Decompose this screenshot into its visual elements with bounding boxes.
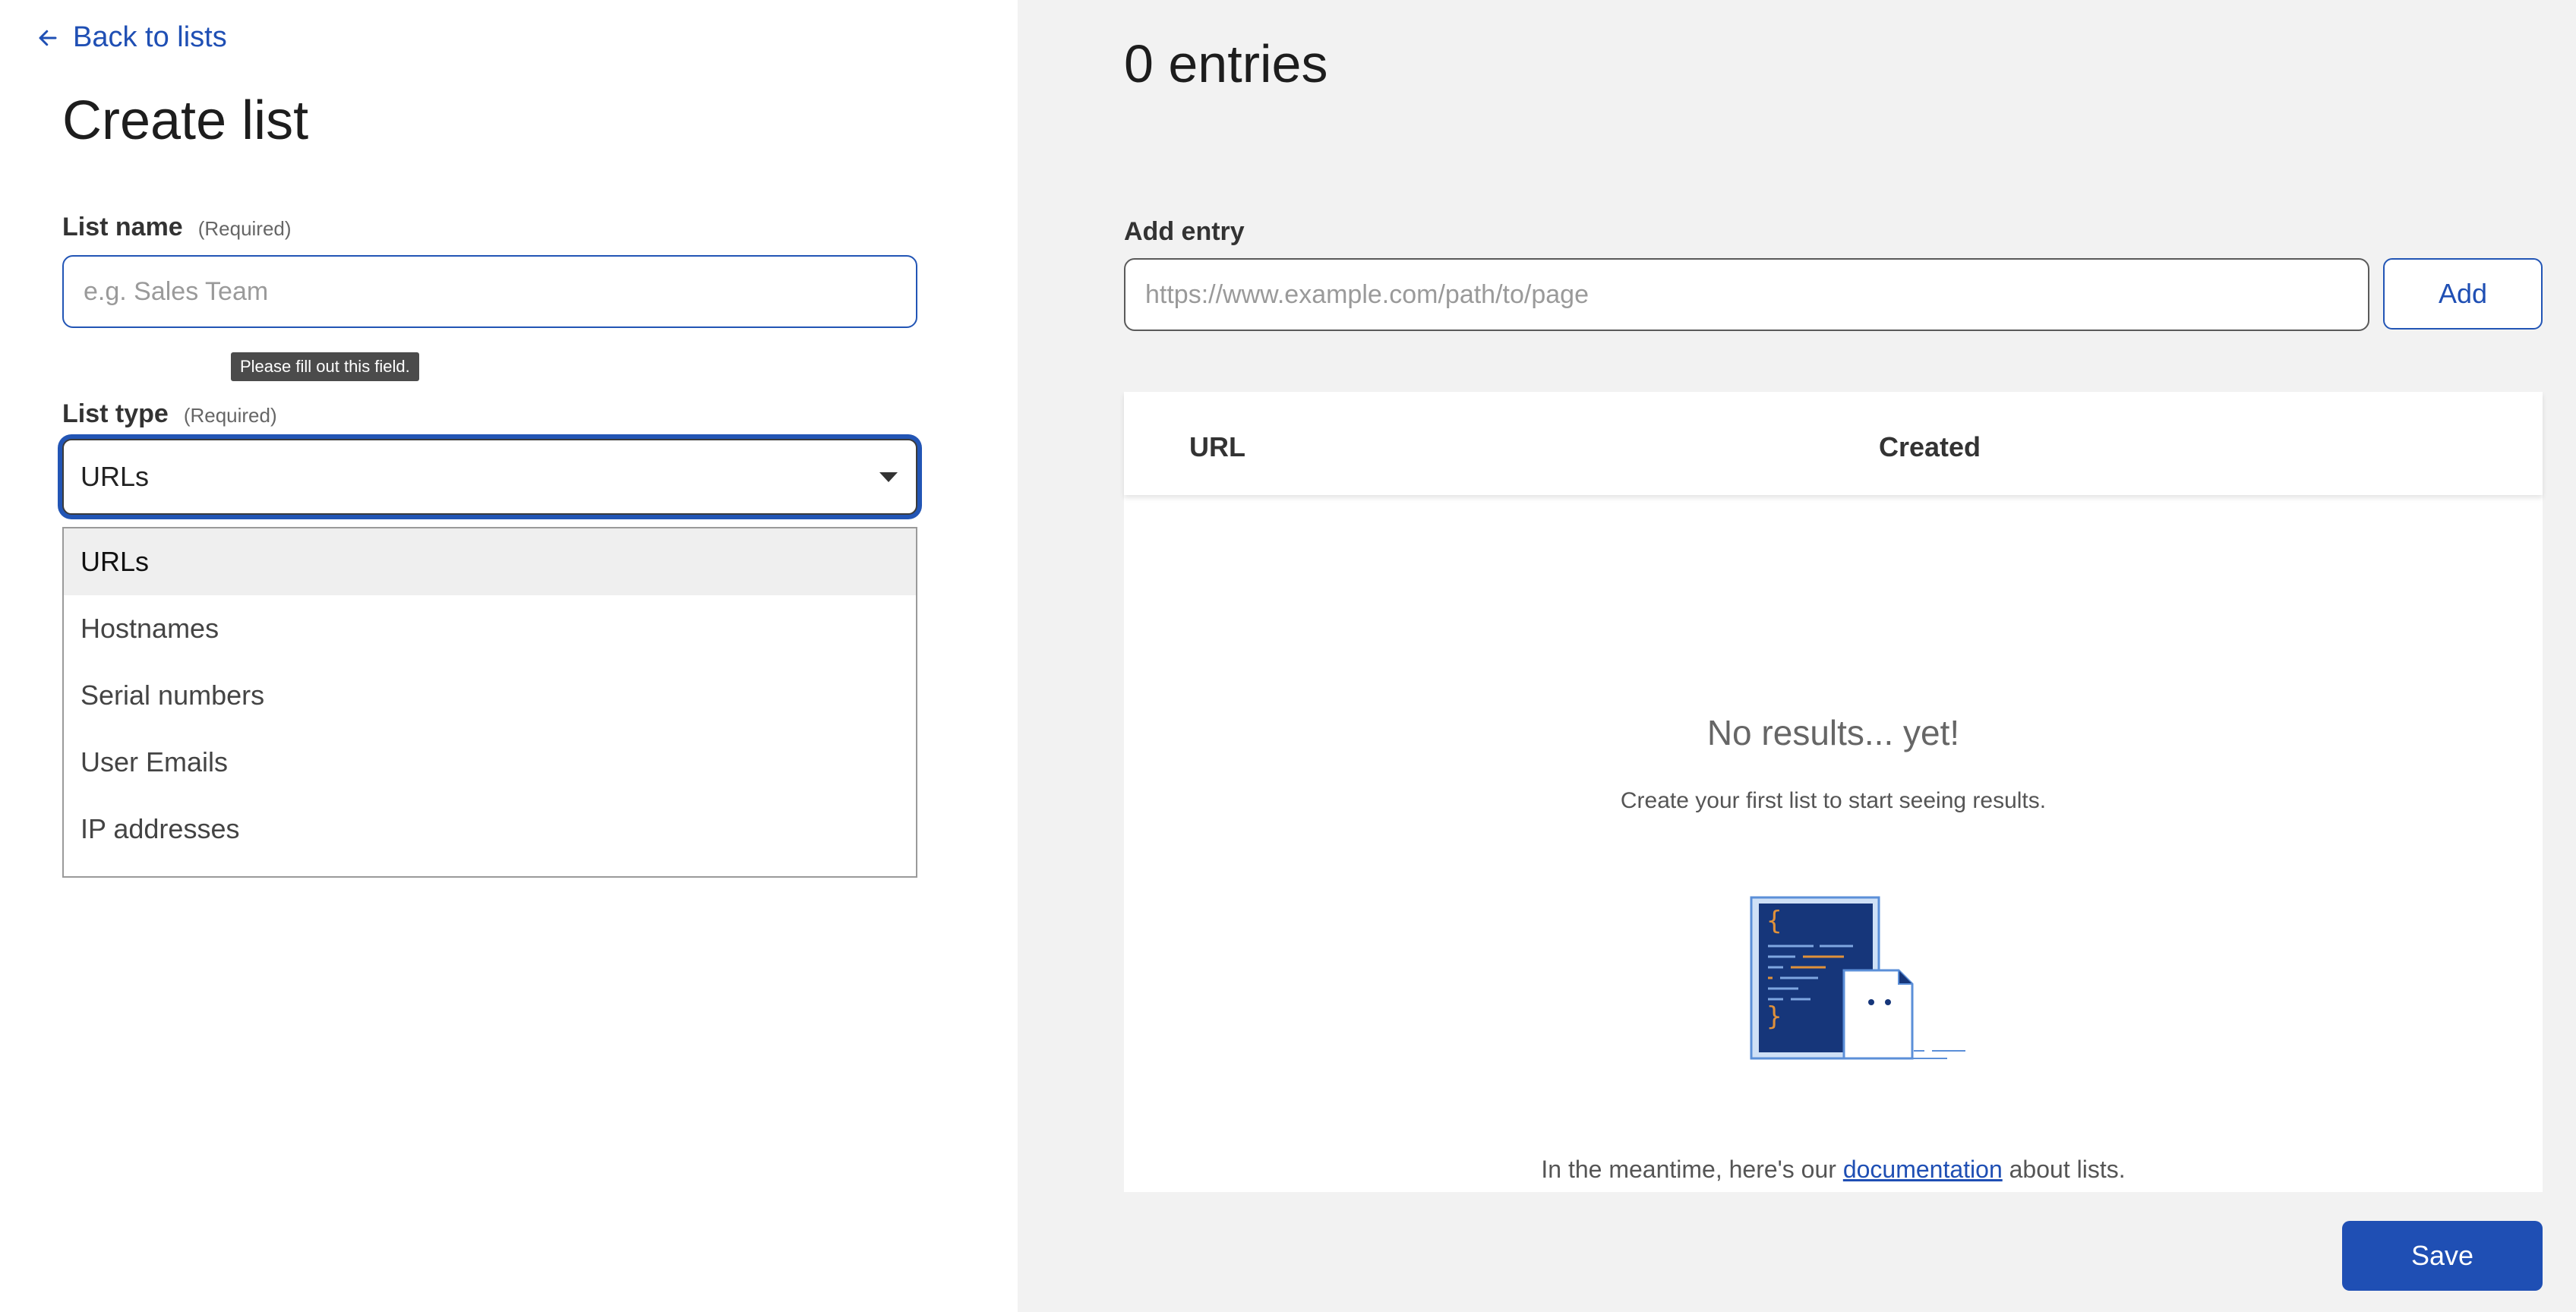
entries-count: 0 entries xyxy=(1124,34,1328,93)
doc-suffix: about lists. xyxy=(2002,1156,2126,1183)
save-button[interactable]: Save xyxy=(2342,1221,2543,1291)
add-entry-button[interactable]: Add xyxy=(2383,258,2543,330)
documentation-link[interactable]: documentation xyxy=(1843,1156,2003,1183)
column-header-created[interactable]: Created xyxy=(1879,431,1981,463)
empty-state-illustration: { } xyxy=(1750,896,1965,1060)
list-type-required: (Required) xyxy=(183,404,277,427)
doc-prefix: In the meantime, here's our xyxy=(1541,1156,1843,1183)
list-name-required: (Required) xyxy=(197,217,292,240)
table-body: No results... yet! Create your first lis… xyxy=(1124,495,2543,1192)
svg-text:}: } xyxy=(1766,1001,1782,1032)
list-type-option[interactable]: Hostnames xyxy=(64,595,916,662)
documentation-note: In the meantime, here's our documentatio… xyxy=(1124,1156,2543,1184)
list-type-label-text: List type xyxy=(62,399,169,428)
svg-text:{: { xyxy=(1766,906,1782,936)
back-to-lists-link[interactable]: Back to lists xyxy=(36,21,227,54)
empty-state-title: No results... yet! xyxy=(1706,713,1960,752)
caret-down-icon xyxy=(879,472,898,482)
arrow-left-icon xyxy=(39,30,57,46)
add-entry-input[interactable] xyxy=(1124,258,2369,331)
validation-tooltip: Please fill out this field. xyxy=(231,352,419,381)
list-type-selected-value: URLs xyxy=(80,461,150,492)
form-panel: Back to lists Create list List name (Req… xyxy=(0,0,1018,1312)
list-name-label: List name (Required) xyxy=(62,213,292,242)
empty-state-subtitle: Create your first list to start seeing r… xyxy=(1620,788,2047,813)
list-type-option[interactable]: IP addresses xyxy=(64,796,916,863)
list-name-input[interactable] xyxy=(62,255,917,328)
list-type-option[interactable]: Serial numbers xyxy=(64,662,916,729)
column-header-url[interactable]: URL xyxy=(1189,431,1245,463)
list-type-dropdown: URLs Hostnames Serial numbers User Email… xyxy=(62,527,917,878)
list-type-option[interactable]: User Emails xyxy=(64,729,916,796)
list-type-select[interactable]: URLs xyxy=(62,439,917,515)
add-entry-label: Add entry xyxy=(1124,217,1245,246)
table-header: URL Created xyxy=(1124,392,2543,495)
list-type-option[interactable]: URLs xyxy=(64,528,916,595)
back-link-label: Back to lists xyxy=(73,21,227,53)
list-name-label-text: List name xyxy=(62,213,183,241)
entries-table: URL Created No results... yet! Create yo… xyxy=(1124,392,2543,1192)
list-type-label: List type (Required) xyxy=(62,399,277,429)
page-title: Create list xyxy=(62,90,309,151)
